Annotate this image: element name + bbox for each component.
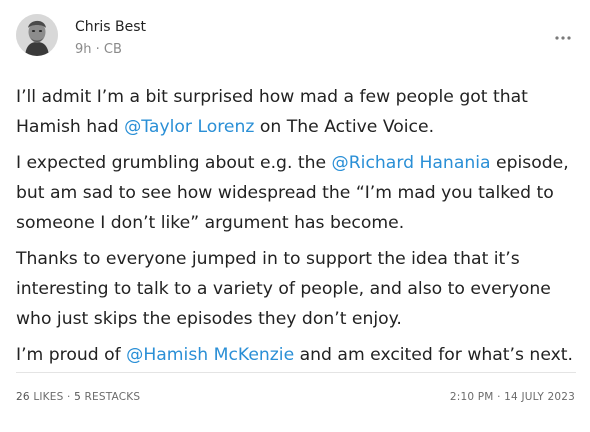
text-segment: episode, xyxy=(490,153,569,173)
restacks-count: 5 xyxy=(74,391,81,403)
likes-link[interactable]: 26 LIKES xyxy=(16,391,63,403)
text-line: I expected grumbling about e.g. the @Ric… xyxy=(16,148,576,178)
paragraph-3: Thanks to everyone jumped in to support … xyxy=(16,244,576,334)
text-line: interesting to talk to a variety of peop… xyxy=(16,279,551,299)
paragraph-1: I’ll admit I’m a bit surprised how mad a… xyxy=(16,82,576,142)
more-options-icon[interactable] xyxy=(552,30,574,46)
mention-hamish-mckenzie[interactable]: @Hamish McKenzie xyxy=(126,345,294,365)
post-timestamp[interactable]: 2:10 PM · 14 JULY 2023 xyxy=(450,391,575,403)
text-line: I’m proud of @Hamish McKenzie and am exc… xyxy=(16,340,576,370)
restacks-link[interactable]: 5 RESTACKS xyxy=(74,391,140,403)
likes-count: 26 xyxy=(16,391,30,403)
text-line: Thanks to everyone jumped in to support … xyxy=(16,249,520,269)
restacks-label: RESTACKS xyxy=(84,391,141,403)
text-segment: on The Active Voice. xyxy=(254,117,435,137)
note-card: Chris Best 9h · CB I’ll admit I’m a bit … xyxy=(0,0,590,432)
divider xyxy=(16,372,576,373)
text-line: I’ll admit I’m a bit surprised how mad a… xyxy=(16,87,528,107)
text-line: who just skips the episodes they don’t e… xyxy=(16,309,402,329)
mention-taylor-lorenz[interactable]: @Taylor Lorenz xyxy=(124,117,254,137)
text-segment: I expected grumbling about e.g. the xyxy=(16,153,332,173)
likes-label: LIKES xyxy=(33,391,64,403)
text-segment: I’m proud of xyxy=(16,345,127,365)
text-line: Hamish had @Taylor Lorenz on The Active … xyxy=(16,112,576,142)
stats-separator: · xyxy=(67,391,71,403)
post-body: I’ll admit I’m a bit surprised how mad a… xyxy=(16,82,576,376)
paragraph-2: I expected grumbling about e.g. the @Ric… xyxy=(16,148,576,238)
paragraph-4: I’m proud of @Hamish McKenzie and am exc… xyxy=(16,340,576,370)
text-segment: Hamish had xyxy=(16,117,125,137)
author-avatar[interactable] xyxy=(16,14,58,56)
text-segment: and am excited for what’s next. xyxy=(294,345,573,365)
mention-richard-hanania[interactable]: @Richard Hanania xyxy=(332,153,491,173)
author-name[interactable]: Chris Best xyxy=(75,19,146,35)
post-meta: 9h · CB xyxy=(75,42,122,57)
engagement-stats: 26 LIKES · 5 RESTACKS xyxy=(16,391,140,403)
text-line: but am sad to see how widespread the “I’… xyxy=(16,183,554,203)
text-line: someone I don’t like” argument has becom… xyxy=(16,213,405,233)
